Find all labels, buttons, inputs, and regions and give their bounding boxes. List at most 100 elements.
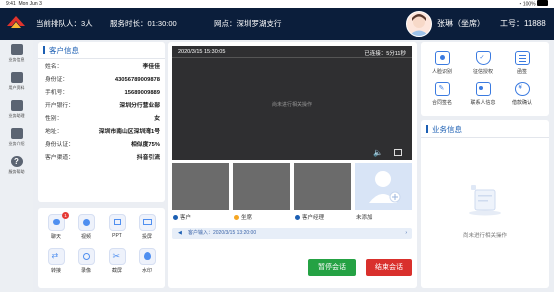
grid-icon — [10, 44, 23, 55]
divider — [172, 57, 412, 58]
fullscreen-icon[interactable] — [394, 149, 402, 156]
info-row-address: 地址： 深圳市南山区深圳湾1号 — [45, 129, 160, 135]
branch-name: 网点：深圳罗湖支行 — [214, 19, 282, 28]
tool-ppt-button[interactable]: PPT — [106, 214, 128, 242]
participant-label-empty: 未添加 — [356, 215, 373, 221]
letter-sign-button[interactable]: 函签 — [508, 51, 536, 81]
document-icon — [514, 51, 530, 65]
tool-screencast-button[interactable]: 投屏 — [136, 214, 158, 242]
customer-info-title: 客户信息 — [43, 46, 79, 55]
biz-tool-label: 函签 — [516, 69, 527, 75]
ppt-icon — [108, 214, 126, 231]
connection-duration: 已连接：5分11秒 — [364, 51, 406, 57]
biz-tool-label: 借款确认 — [511, 100, 532, 106]
credit-auth-button[interactable]: ✓ 征信授权 — [469, 51, 497, 81]
tool-label: 聊天 — [50, 234, 61, 240]
contact-info-button[interactable]: 联系人信息 — [469, 82, 497, 112]
add-user-icon — [369, 171, 401, 203]
message-text: 客户输入：2020/3/15 13:20:00 — [188, 230, 257, 236]
status-bar: 9:41 Mon Jun 3 ◔ 100% — [0, 0, 554, 8]
add-participant-slot[interactable] — [355, 163, 412, 210]
sidebar-item-label: 业务助理 — [8, 113, 25, 118]
sidebar-item-label: 用户资料 — [8, 85, 25, 90]
screenshot-icon: ✂ — [108, 248, 126, 265]
sidebar-item-business-info[interactable]: 业务信息 — [0, 44, 33, 74]
divider — [421, 137, 549, 138]
tool-video-button[interactable]: 视频 — [75, 214, 97, 242]
video-icon — [77, 214, 95, 231]
volume-icon[interactable]: 🔈 — [373, 149, 383, 157]
book-icon — [10, 72, 23, 83]
chevron-right-icon[interactable]: › — [405, 228, 407, 239]
message-bar[interactable]: ◀ 客户输入：2020/3/15 13:20:00 › — [172, 228, 412, 239]
tool-label: 录像 — [80, 268, 91, 274]
video-placeholder: 尚未进行相关操作 — [271, 102, 312, 108]
info-row-verification: 身份认证： 相似度75% — [45, 142, 160, 148]
loan-confirm-button[interactable]: ¥ 借款确认 — [508, 82, 536, 112]
business-info-title: 业务信息 — [426, 125, 462, 134]
end-session-button[interactable]: 结束会话 — [366, 259, 412, 276]
tool-record-button[interactable]: 录像 — [75, 248, 97, 276]
main-video-view: 2020/3/15 15:30:05 已连接：5分11秒 尚未进行相关操作 🔈 — [172, 46, 412, 160]
pause-session-button[interactable]: 暂停会话 — [308, 259, 356, 276]
participant-label-customer: 客户 — [173, 213, 191, 221]
face-id-button[interactable]: 人脸识别 — [428, 51, 456, 81]
sidebar-item-help[interactable]: ? 服务帮助 — [0, 156, 33, 186]
sidebar-item-label: 业务信息 — [8, 57, 25, 62]
info-row-id: 身份证： 43056789009878 — [45, 77, 160, 83]
chat-badge: 1 — [62, 212, 69, 219]
sidebar-item-user-data[interactable]: 用户资料 — [0, 72, 33, 102]
biz-tool-label: 联系人信息 — [470, 100, 496, 106]
agent-name: 张琳（坐席） — [437, 19, 485, 28]
tool-label: 截屏 — [111, 268, 122, 274]
screen-cast-icon — [138, 214, 156, 231]
sidebar-item-intro[interactable]: 业务介绍 — [0, 128, 33, 158]
service-duration: 服务时长：01:30:00 — [110, 19, 177, 28]
credit-shield-icon: ✓ — [475, 51, 491, 65]
employee-id: 工号：11888 — [500, 19, 546, 28]
tool-transfer-button[interactable]: ⇄ 转接 — [45, 248, 67, 276]
tool-label: 视频 — [80, 234, 91, 240]
info-row-name: 姓名： 李佳佳 — [45, 64, 160, 70]
tool-label: 投屏 — [141, 234, 152, 240]
transfer-icon: ⇄ — [47, 248, 65, 265]
contract-sign-icon: ✎ — [434, 82, 450, 96]
queue-count: 当前排队人：3人 — [36, 19, 93, 28]
tool-label: PPT — [112, 233, 122, 239]
business-placeholder: 尚未进行相关操作 — [462, 233, 507, 239]
help-icon: ? — [10, 156, 23, 167]
tool-watermark-button[interactable]: 水印 — [136, 248, 158, 276]
sidebar-item-label: 服务帮助 — [8, 169, 25, 174]
empty-state-icon — [469, 185, 501, 216]
participant-video-manager[interactable] — [294, 163, 351, 210]
agent-avatar[interactable] — [406, 11, 432, 37]
info-row-bank: 开户银行： 深圳分行营业部 — [45, 103, 160, 109]
info-row-phone: 手机号： 15689009889 — [45, 90, 160, 96]
participant-video-customer[interactable] — [172, 163, 229, 210]
record-icon — [77, 248, 95, 265]
watermark-icon — [138, 248, 156, 265]
divider — [38, 58, 165, 59]
participant-label-manager: 客户经理 — [295, 213, 324, 221]
tool-chat-button[interactable]: 1 聊天 — [45, 212, 69, 242]
assistant-icon — [10, 100, 23, 111]
user-icon — [234, 215, 239, 220]
biz-tool-label: 合同签名 — [431, 100, 452, 106]
biz-tool-label: 人脸识别 — [431, 69, 452, 75]
speaker-icon: ◀ — [178, 230, 182, 236]
bank-logo-icon — [7, 16, 25, 28]
participant-video-agent[interactable] — [233, 163, 290, 210]
contract-sign-button[interactable]: ✎ 合同签名 — [428, 82, 456, 112]
top-bar: 当前排队人：3人 服务时长：01:30:00 网点：深圳罗湖支行 张琳（坐席） … — [0, 8, 554, 40]
info-row-gender: 性别：女 — [45, 116, 160, 122]
sidebar-item-assistant[interactable]: 业务助理 — [0, 100, 33, 130]
status-time-date: 9:41 Mon Jun 3 — [6, 1, 42, 7]
tool-label: 转接 — [50, 268, 61, 274]
avatar-icon — [409, 14, 429, 36]
tool-screenshot-button[interactable]: ✂ 截屏 — [106, 248, 128, 276]
participant-label-agent: 坐席 — [234, 213, 252, 221]
sidebar-item-label: 业务介绍 — [8, 141, 25, 146]
user-icon — [295, 215, 300, 220]
sidebar: 业务信息 用户资料 业务助理 业务介绍 ? 服务帮助 — [0, 40, 33, 292]
battery-icon — [537, 0, 548, 6]
